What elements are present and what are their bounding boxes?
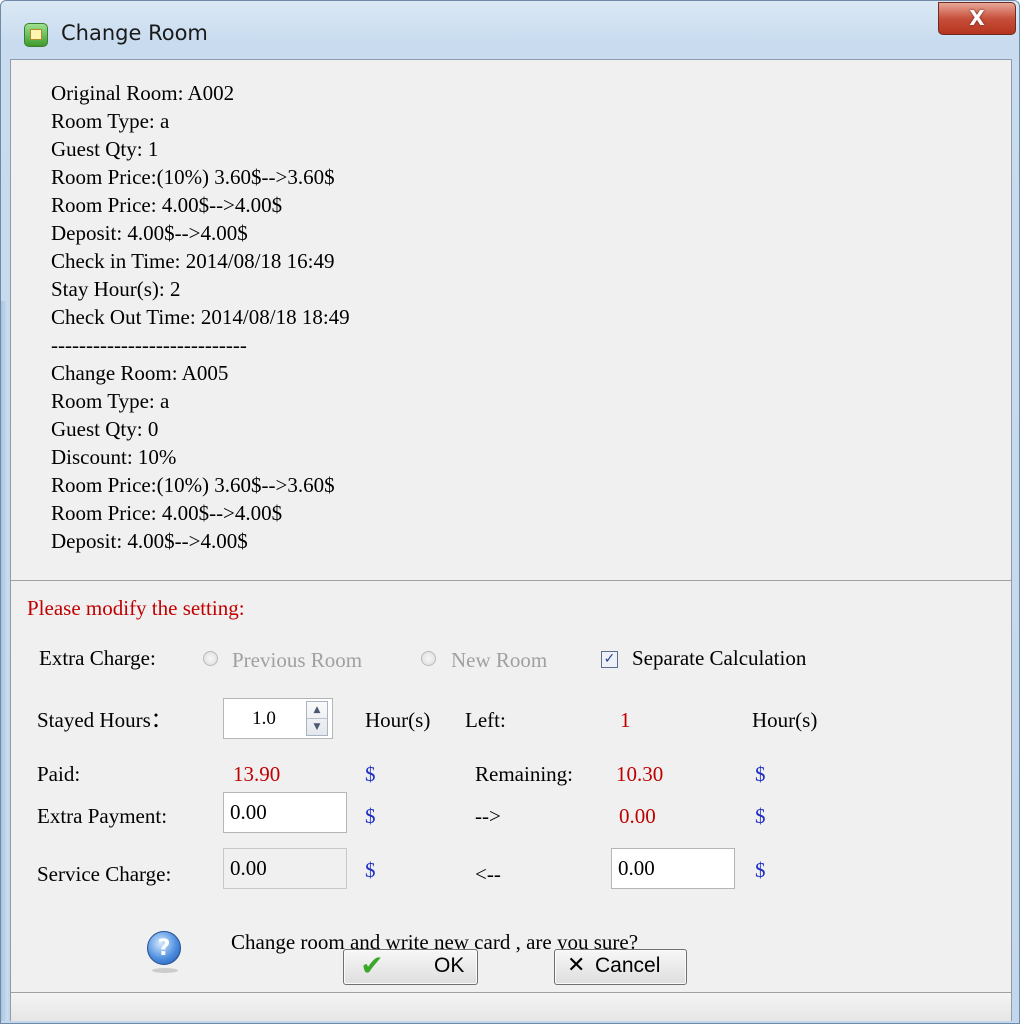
ok-button[interactable]: ✔ OK: [343, 949, 478, 985]
dollar-icon: $: [365, 804, 376, 828]
question-icon: ?: [147, 931, 181, 973]
window-title: Change Room: [61, 21, 208, 45]
paid-label: Paid:: [37, 762, 81, 786]
dollar-icon: $: [365, 858, 376, 882]
remaining-label: Remaining:: [475, 762, 573, 786]
left-label: Left:: [465, 708, 506, 732]
separate-calculation-checkbox[interactable]: ✓: [601, 651, 618, 668]
dollar-icon: $: [755, 858, 766, 882]
info-line: Room Price:(10%) 3.60$-->3.60$: [51, 165, 335, 189]
x-icon: ✕: [567, 953, 586, 978]
ok-label: OK: [434, 954, 465, 977]
service-charge-label: Service Charge:: [37, 862, 172, 886]
left-unit: Hour(s): [752, 708, 818, 732]
cancel-label: Cancel: [595, 954, 661, 977]
close-button[interactable]: X: [938, 2, 1016, 35]
stayed-hours-spinner[interactable]: 1.0 ▲ ▼: [223, 698, 333, 739]
info-line: Check Out Time: 2014/08/18 18:49: [51, 305, 350, 329]
info-line: Room Price: 4.00$-->4.00$: [51, 501, 283, 525]
previous-room-label: Previous Room: [232, 648, 363, 672]
info-line: Discount: 10%: [51, 445, 177, 469]
info-line: Room Price:(10%) 3.60$-->3.60$: [51, 473, 335, 497]
stayed-hours-value[interactable]: 1.0: [224, 699, 304, 738]
modify-prompt: Please modify the setting:: [27, 596, 245, 620]
dollar-icon: $: [755, 762, 766, 786]
info-line: Room Type: a: [51, 389, 170, 413]
info-line: Deposit: 4.00$-->4.00$: [51, 529, 248, 553]
arrow-right-value: 0.00: [619, 804, 656, 828]
arrow-left-input[interactable]: 0.00: [611, 848, 735, 889]
info-line: Stay Hour(s): 2: [51, 277, 181, 301]
dollar-icon: $: [755, 804, 766, 828]
service-charge-input: 0.00: [223, 848, 347, 889]
previous-room-radio[interactable]: [203, 651, 218, 666]
new-room-label: New Room: [451, 648, 548, 672]
spinner-buttons: ▲ ▼: [306, 701, 328, 736]
info-line: Deposit: 4.00$-->4.00$: [51, 221, 248, 245]
info-line: Room Price: 4.00$-->4.00$: [51, 193, 283, 217]
app-icon: [24, 23, 48, 47]
extra-payment-input[interactable]: 0.00: [223, 792, 347, 833]
change-room-dialog: Change Room X Original Room: A002 Room T…: [0, 0, 1020, 1024]
stayed-hours-unit: Hour(s): [365, 708, 431, 732]
cancel-button[interactable]: ✕ Cancel: [554, 949, 687, 985]
arrow-left: <--: [475, 862, 501, 886]
extra-charge-label: Extra Charge:: [39, 646, 156, 670]
room-info-panel: Original Room: A002 Room Type: a Guest Q…: [11, 60, 1011, 581]
dialog-body: Original Room: A002 Room Type: a Guest Q…: [10, 59, 1012, 1021]
window-frame-edge: [1, 301, 8, 1021]
info-line: Check in Time: 2014/08/18 16:49: [51, 249, 335, 273]
info-separator: ----------------------------: [51, 333, 247, 357]
paid-value: 13.90: [233, 762, 281, 786]
left-value: 1: [620, 708, 631, 732]
info-line: Original Room: A002: [51, 81, 235, 105]
new-room-radio[interactable]: [421, 651, 436, 666]
spinner-down-icon[interactable]: ▼: [307, 719, 327, 735]
spinner-up-icon[interactable]: ▲: [307, 702, 327, 719]
stayed-hours-label: Stayed Hours：: [37, 708, 172, 732]
separate-calculation-label: Separate Calculation: [632, 646, 807, 670]
extra-payment-label: Extra Payment:: [37, 804, 168, 828]
arrow-right: -->: [475, 804, 501, 828]
info-line: Guest Qty: 1: [51, 137, 159, 161]
dollar-icon: $: [365, 762, 376, 786]
remaining-value: 10.30: [616, 762, 664, 786]
info-line: Change Room: A005: [51, 361, 229, 385]
info-line: Room Type: a: [51, 109, 170, 133]
info-line: Guest Qty: 0: [51, 417, 159, 441]
checkmark-icon: ✔: [360, 949, 384, 982]
title-bar[interactable]: Change Room X: [1, 1, 1019, 61]
button-bar: [11, 992, 1011, 1021]
